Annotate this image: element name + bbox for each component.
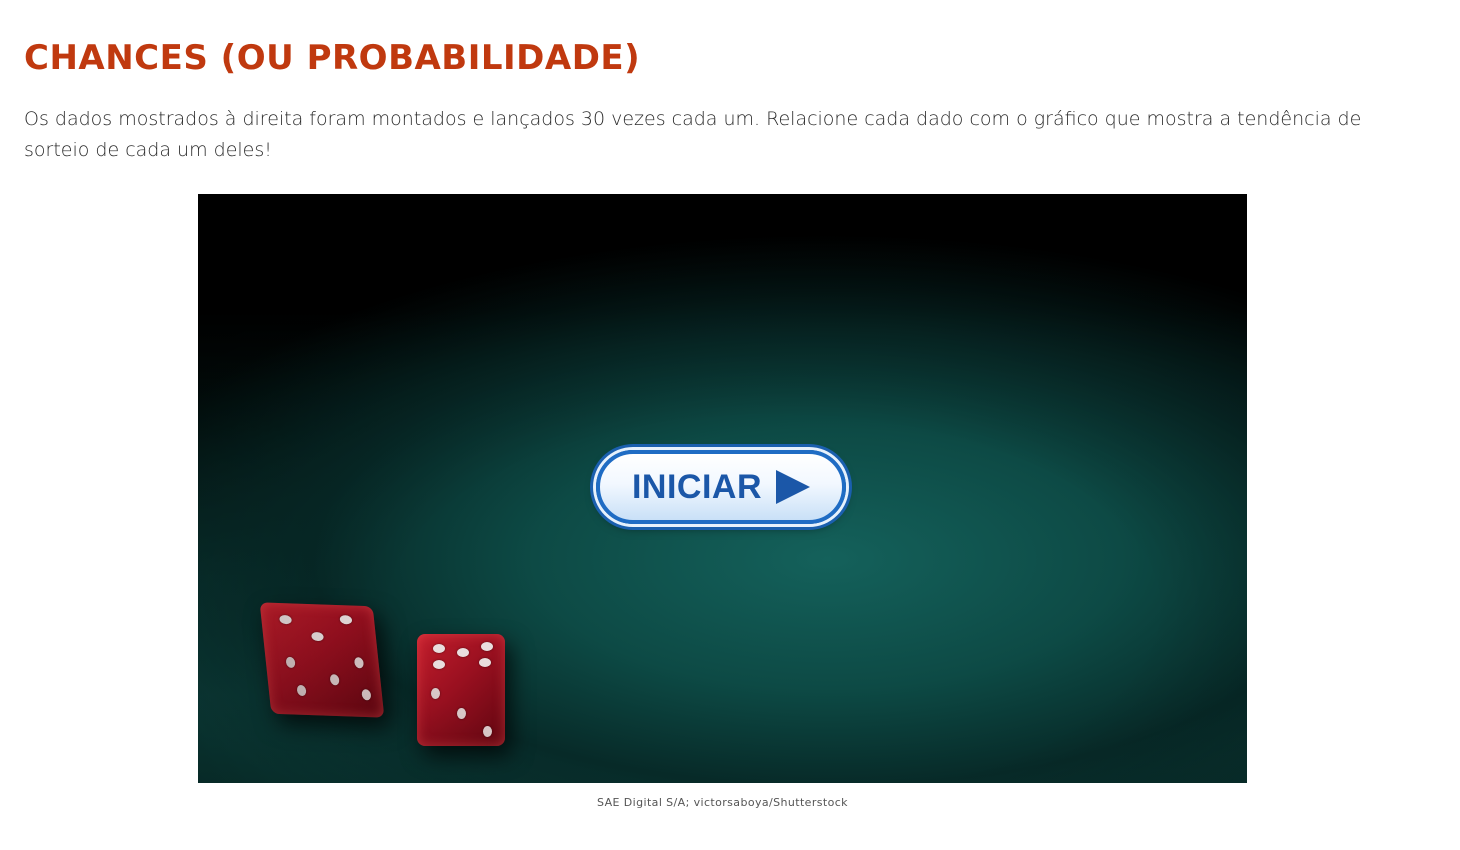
die-pip	[457, 648, 469, 657]
die-pip	[279, 614, 293, 625]
activity-stage: INICIAR	[198, 194, 1247, 783]
die-pip	[285, 656, 296, 668]
die-pip	[310, 631, 325, 642]
die-pip	[433, 644, 445, 653]
die-pip	[483, 726, 492, 737]
red-die-illustration	[417, 634, 505, 746]
start-button[interactable]: INICIAR	[596, 450, 846, 524]
die-pip	[479, 658, 491, 667]
die-pip	[353, 657, 365, 669]
intro-text: Os dados mostrados à direita foram monta…	[24, 108, 1362, 161]
die-pip	[296, 684, 307, 697]
red-die-illustration	[259, 602, 385, 718]
die-pip	[339, 615, 353, 625]
die-pip	[433, 660, 445, 669]
die-pip	[361, 689, 372, 701]
play-icon	[776, 470, 811, 504]
start-button-label: INICIAR	[631, 467, 763, 506]
image-credit: SAE Digital S/A; victorsaboya/Shuttersto…	[597, 796, 848, 809]
page-title: CHANCES (OU PROBABILIDADE)	[24, 38, 641, 78]
die-pip	[329, 674, 340, 686]
die-pip	[481, 642, 493, 651]
die-pip	[457, 708, 466, 719]
die-pip	[431, 688, 440, 699]
